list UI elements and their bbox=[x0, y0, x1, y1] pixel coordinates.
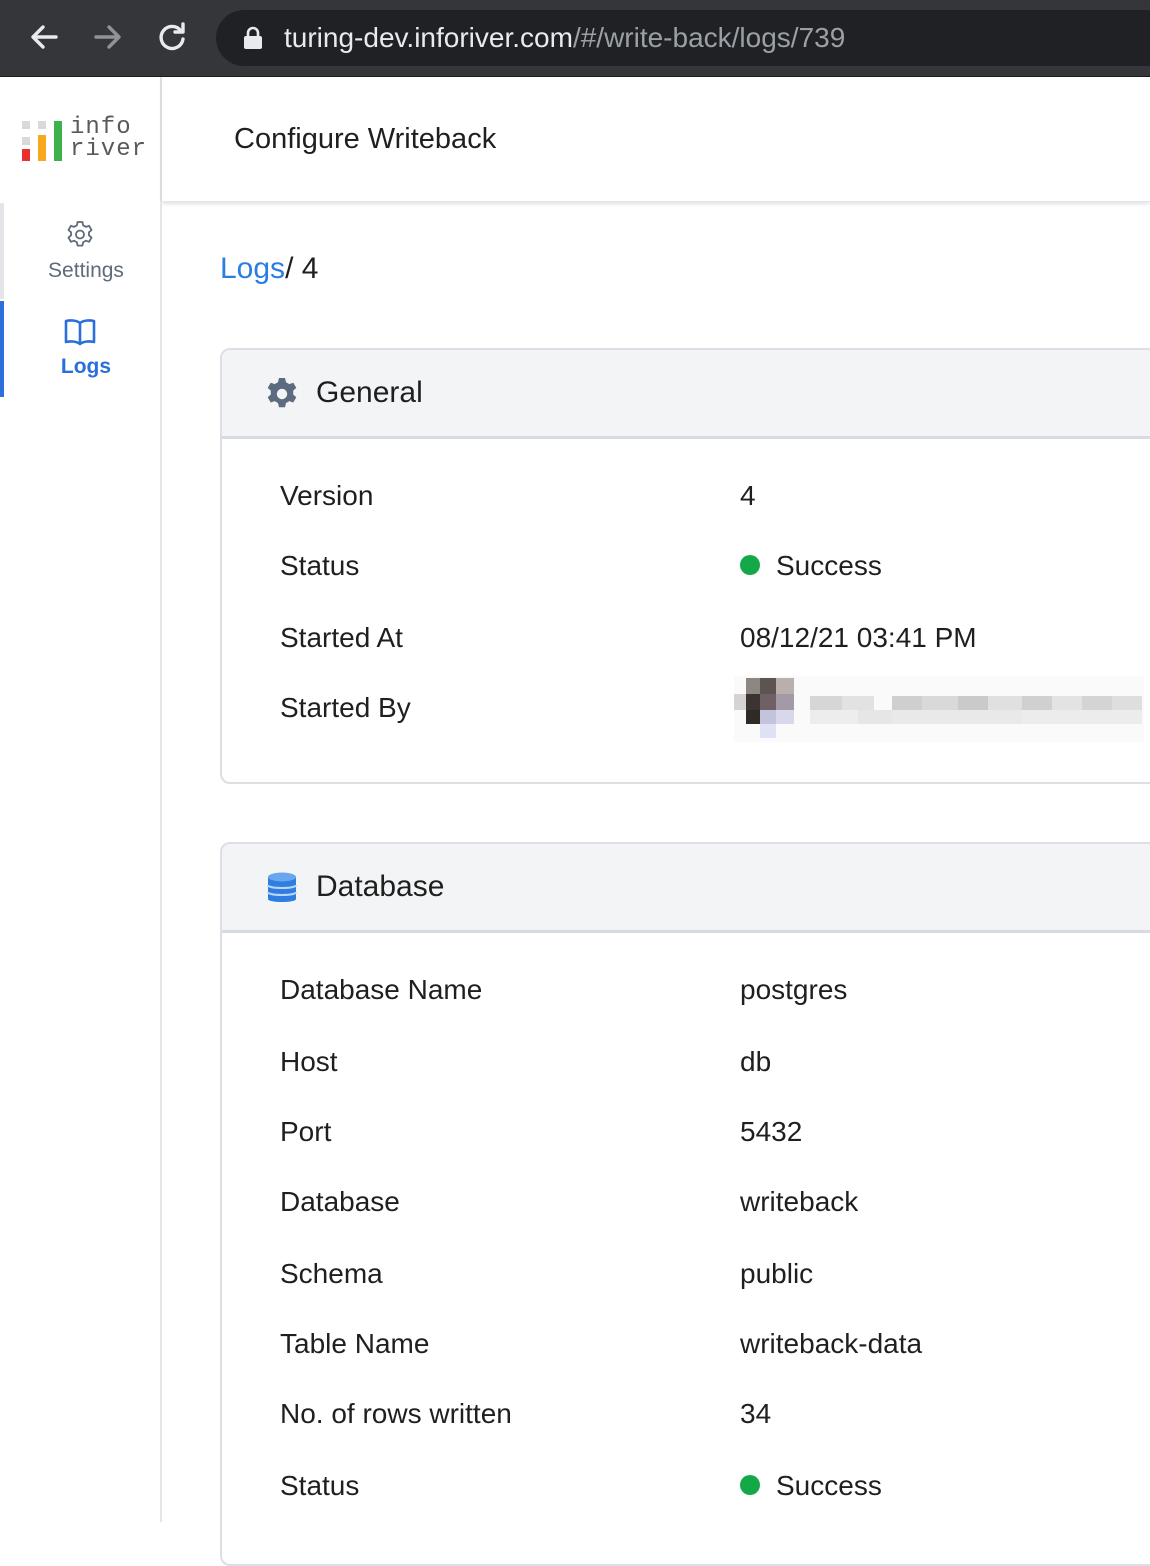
database-card: Database Database Name postgres Host db … bbox=[220, 842, 1150, 1566]
app-header: Configure Writeback bbox=[162, 77, 1150, 202]
field-label: Database bbox=[280, 1186, 400, 1217]
back-button[interactable] bbox=[26, 19, 62, 55]
field-value: 4 bbox=[740, 480, 756, 511]
field-label: Schema bbox=[280, 1258, 383, 1289]
logo-bars-icon bbox=[22, 121, 62, 161]
database-icon bbox=[267, 872, 297, 902]
database-row-host: Host db bbox=[280, 1046, 1150, 1086]
field-label: No. of rows written bbox=[280, 1398, 512, 1429]
breadcrumb-logs-link[interactable]: Logs bbox=[220, 252, 285, 285]
arrow-right-icon bbox=[94, 25, 121, 49]
database-row-schema: Schema public bbox=[280, 1258, 1150, 1298]
general-card-header: General bbox=[222, 350, 1150, 439]
status-success-dot bbox=[740, 554, 760, 575]
arrow-left-icon bbox=[31, 25, 58, 49]
general-row-started-by: Started By bbox=[280, 676, 1150, 742]
status-value: Success bbox=[740, 550, 882, 582]
status-success-dot bbox=[740, 1474, 760, 1495]
database-row-status: Status Success bbox=[280, 1470, 1150, 1510]
page-title: Configure Writeback bbox=[234, 123, 497, 155]
sidebar-item-label: Settings bbox=[48, 259, 124, 282]
address-bar[interactable]: turing-dev.inforiver.com/#/write-back/lo… bbox=[216, 10, 1150, 66]
field-label: Started By bbox=[280, 692, 411, 723]
field-value: db bbox=[740, 1046, 772, 1077]
sidebar-item-settings[interactable]: Settings bbox=[0, 203, 164, 299]
field-label: Status bbox=[280, 550, 360, 581]
field-label: Version bbox=[280, 480, 374, 511]
general-row-status: Status Success bbox=[280, 550, 1150, 590]
field-value: 08/12/21 03:41 PM bbox=[740, 622, 977, 653]
database-row-name: Database Name postgres bbox=[280, 974, 1150, 1014]
field-value: writeback bbox=[740, 1186, 859, 1217]
field-label: Table Name bbox=[280, 1328, 430, 1359]
lock-icon bbox=[244, 26, 262, 49]
sidebar-item-logs[interactable]: Logs bbox=[0, 301, 164, 397]
general-card: General Version 4 Status Success Started… bbox=[220, 348, 1150, 784]
logo-text: info river bbox=[70, 116, 148, 163]
general-row-version: Version 4 bbox=[280, 480, 1150, 520]
logo-line-2: river bbox=[70, 136, 148, 163]
field-label: Status bbox=[280, 1470, 360, 1501]
field-label: Database Name bbox=[280, 974, 483, 1005]
app-logo[interactable]: info river bbox=[0, 77, 162, 202]
field-label: Host bbox=[280, 1046, 338, 1077]
forward-button[interactable] bbox=[90, 19, 126, 55]
general-card-title: General bbox=[316, 376, 423, 409]
field-label: Port bbox=[280, 1116, 332, 1147]
database-row-port: Port 5432 bbox=[280, 1116, 1150, 1156]
sidebar: Settings Logs bbox=[0, 201, 162, 1522]
field-value: 34 bbox=[740, 1398, 772, 1429]
sidebar-item-label: Logs bbox=[60, 355, 112, 378]
field-label: Started At bbox=[280, 622, 403, 653]
database-card-title: Database bbox=[316, 870, 445, 903]
gear-icon bbox=[267, 378, 297, 408]
database-row-rows-written: No. of rows written 34 bbox=[280, 1398, 1150, 1438]
url-host: turing-dev.inforiver.com bbox=[284, 22, 573, 53]
breadcrumb: Logs/ 4 bbox=[220, 252, 318, 286]
general-row-started-at: Started At 08/12/21 03:41 PM bbox=[280, 622, 1150, 662]
browser-toolbar: turing-dev.inforiver.com/#/write-back/lo… bbox=[0, 0, 1150, 77]
status-value: Success bbox=[740, 1470, 882, 1502]
field-value: public bbox=[740, 1258, 814, 1289]
field-value: writeback-data bbox=[740, 1328, 923, 1359]
field-value: postgres bbox=[740, 974, 848, 1005]
status-text: Success bbox=[776, 550, 882, 581]
breadcrumb-current: 4 bbox=[293, 252, 319, 285]
database-row-table-name: Table Name writeback-data bbox=[280, 1328, 1150, 1368]
reload-icon bbox=[159, 22, 185, 51]
url-path: /#/write-back/logs/739 bbox=[572, 22, 846, 53]
redacted-user-value bbox=[734, 676, 1144, 742]
gear-icon bbox=[67, 221, 93, 247]
database-card-header: Database bbox=[222, 844, 1150, 933]
field-value: 5432 bbox=[740, 1116, 803, 1147]
status-text: Success bbox=[776, 1470, 882, 1501]
reload-button[interactable] bbox=[154, 19, 190, 55]
url-text: turing-dev.inforiver.com/#/write-back/lo… bbox=[284, 22, 845, 54]
book-icon bbox=[64, 319, 96, 346]
database-row-database: Database writeback bbox=[280, 1186, 1150, 1226]
